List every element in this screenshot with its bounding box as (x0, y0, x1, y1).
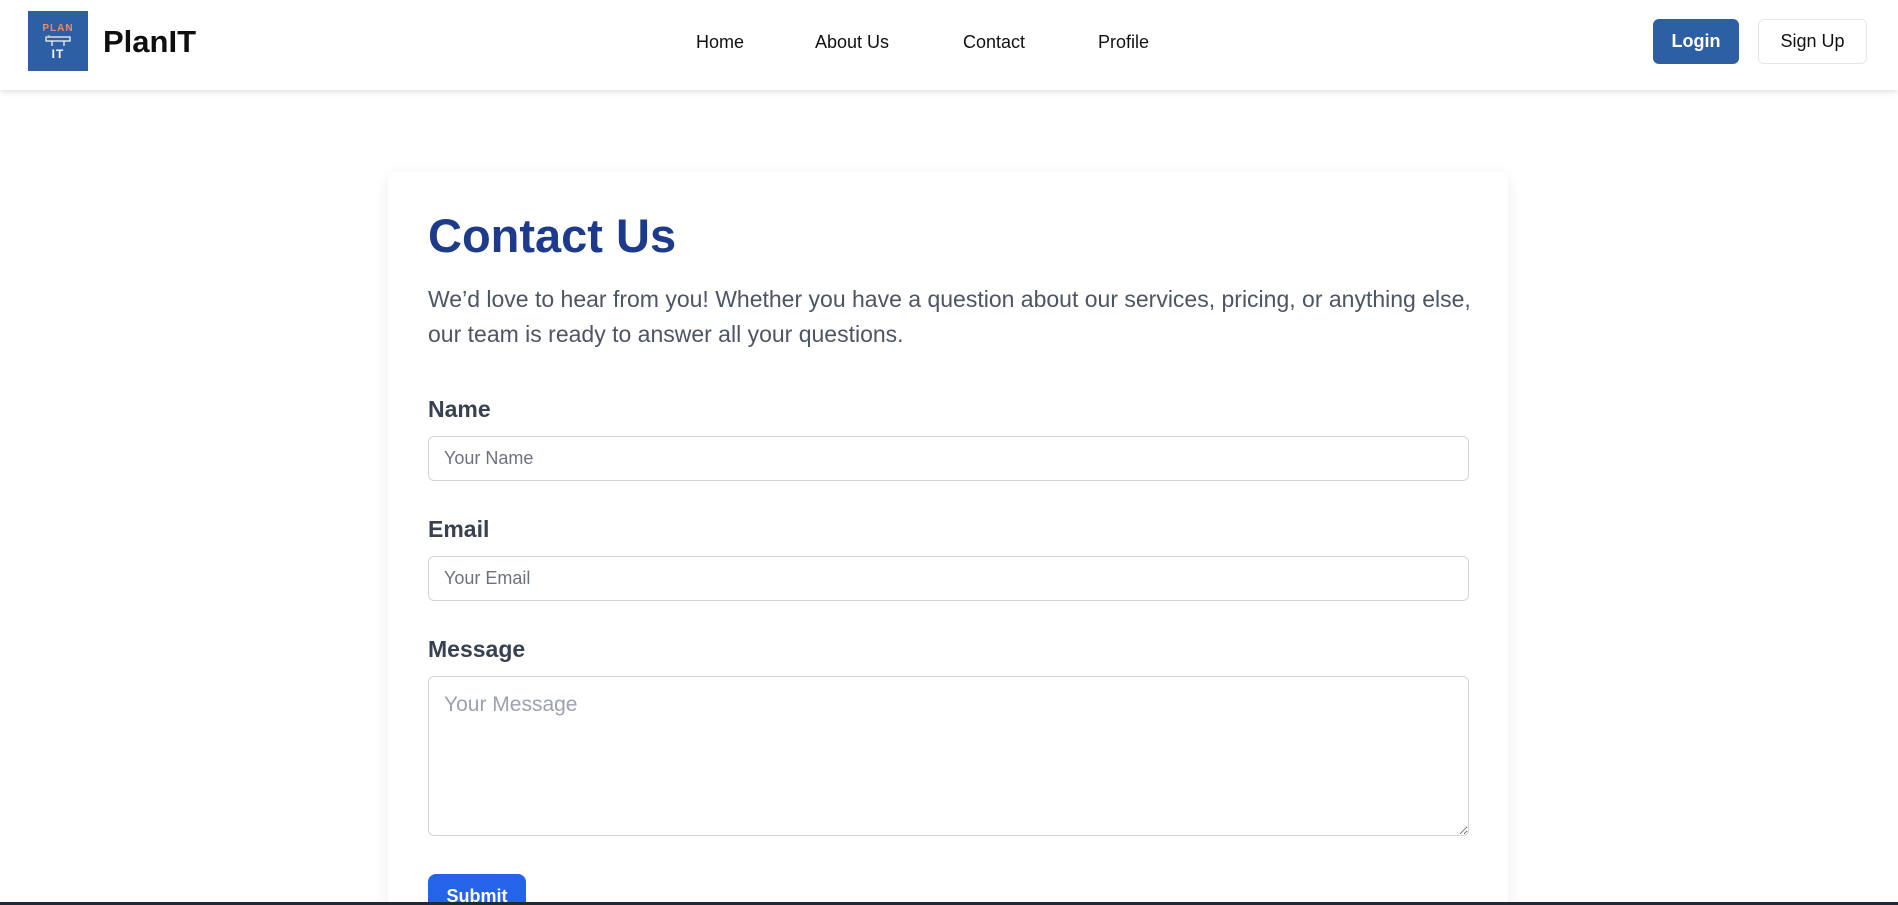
name-input[interactable] (428, 436, 1469, 481)
page-title: Contact Us (428, 209, 677, 262)
message-label: Message (428, 636, 526, 662)
page: PLAN IT PlanIT Home About Us Contact Pro… (0, 0, 1898, 905)
main-nav: Home About Us Contact Profile (0, 29, 1898, 55)
message-textarea[interactable] (428, 676, 1469, 836)
nav-about-us[interactable]: About Us (815, 29, 889, 55)
login-button[interactable]: Login (1653, 19, 1739, 64)
nav-contact[interactable]: Contact (963, 29, 1025, 55)
nav-home[interactable]: Home (696, 29, 744, 55)
email-input[interactable] (428, 556, 1469, 601)
submit-button[interactable]: Submit (428, 874, 526, 905)
name-label: Name (428, 396, 491, 422)
intro-text: We’d love to hear from you! Whether you … (428, 286, 1471, 347)
contact-card: Contact Us We’d love to hear from you! W… (388, 172, 1508, 905)
nav-profile[interactable]: Profile (1098, 29, 1149, 55)
top-navbar: PLAN IT PlanIT Home About Us Contact Pro… (0, 0, 1898, 90)
signup-button[interactable]: Sign Up (1758, 19, 1867, 64)
email-label: Email (428, 516, 490, 542)
